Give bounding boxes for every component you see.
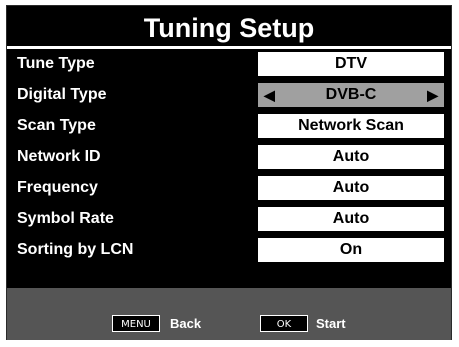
digital-type-value-text: DVB-C [325,86,377,103]
frequency-value[interactable]: Auto [258,176,444,200]
sorting-by-lcn-label: Sorting by LCN [17,241,134,258]
network-id-value[interactable]: Auto [258,145,444,169]
row-scan-type[interactable]: Scan Type Network Scan [7,114,451,138]
arrow-left-icon[interactable]: ◀ [264,83,275,107]
digital-type-value[interactable]: ◀ DVB-C ▶ [258,83,444,107]
scan-type-label: Scan Type [17,117,96,134]
symbol-rate-label: Symbol Rate [17,210,114,227]
row-digital-type[interactable]: Digital Type ◀ DVB-C ▶ [7,83,451,107]
ok-key-icon[interactable]: OK [260,315,308,332]
row-tune-type[interactable]: Tune Type DTV [7,52,451,76]
network-id-label: Network ID [17,148,101,165]
arrow-right-icon[interactable]: ▶ [427,83,438,107]
tuning-setup-dialog: Tuning Setup Tune Type DTV Digital Type … [6,5,452,340]
back-hint-label: Back [170,316,202,331]
digital-type-label: Digital Type [17,86,107,103]
start-hint-label: Start [316,316,346,331]
row-network-id[interactable]: Network ID Auto [7,145,451,169]
row-symbol-rate[interactable]: Symbol Rate Auto [7,207,451,231]
row-sorting-by-lcn[interactable]: Sorting by LCN On [7,238,451,262]
row-frequency[interactable]: Frequency Auto [7,176,451,200]
title-divider [7,46,451,49]
menu-key-icon[interactable]: MENU [112,315,160,332]
frequency-label: Frequency [17,179,98,196]
tune-type-label: Tune Type [17,55,95,72]
scan-type-value[interactable]: Network Scan [258,114,444,138]
footer-hint-bar: MENU Back OK Start [7,288,451,340]
symbol-rate-value[interactable]: Auto [258,207,444,231]
tune-type-value[interactable]: DTV [258,52,444,76]
sorting-by-lcn-value[interactable]: On [258,238,444,262]
page-title: Tuning Setup [143,13,315,43]
